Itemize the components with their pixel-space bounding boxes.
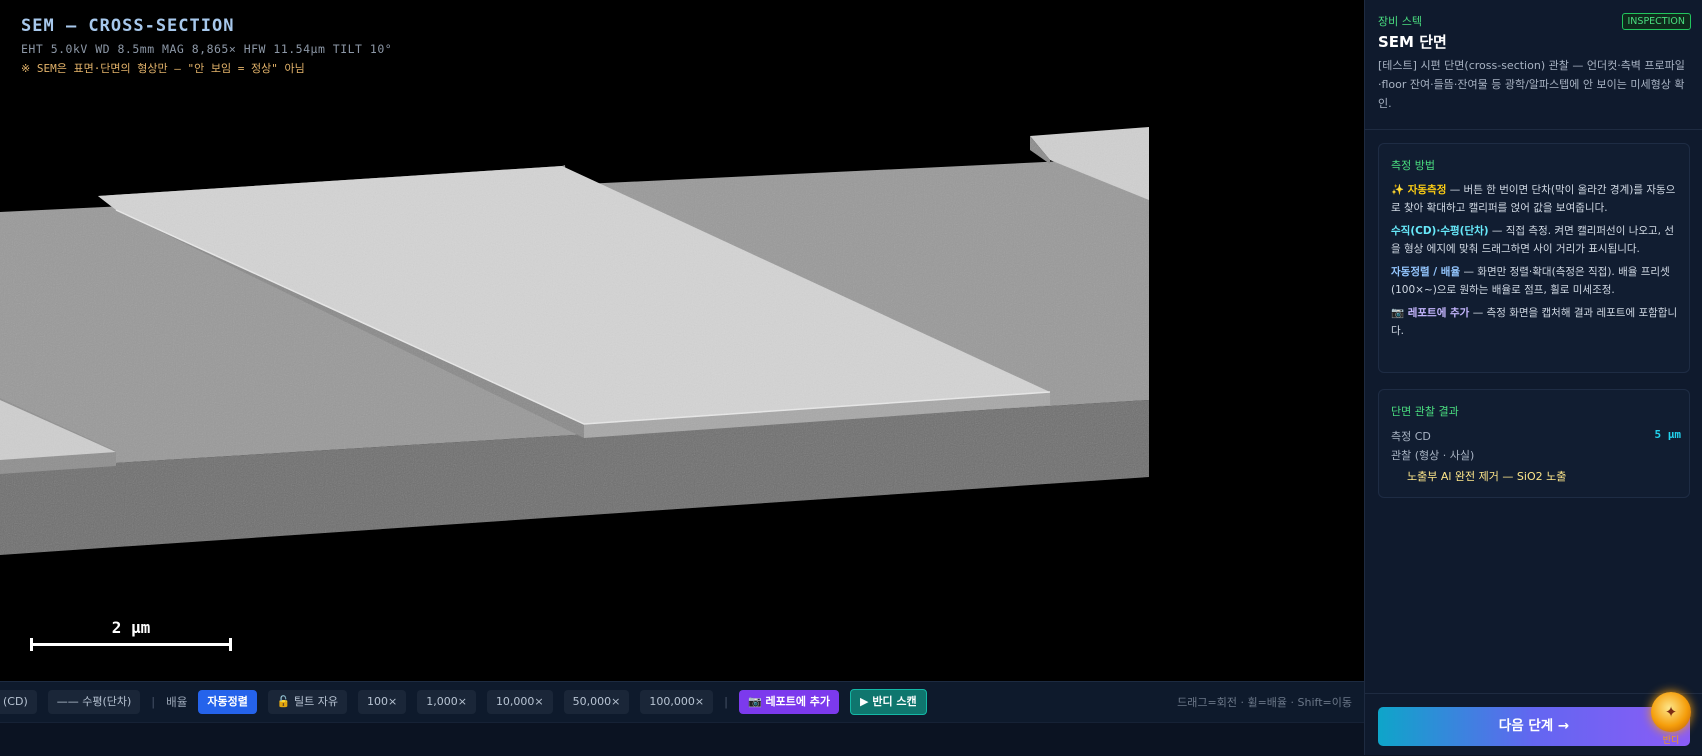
next-step-button[interactable]: 다음 단계 → bbox=[1378, 707, 1690, 746]
scale-bar: 2 µm bbox=[30, 618, 232, 651]
side-panel: 장비 스텍 INSPECTION SEM 단면 [테스트] 시편 단면(cros… bbox=[1364, 0, 1702, 755]
result-card-title: 단면 관찰 결과 bbox=[1391, 405, 1459, 418]
panel-header: 장비 스텍 INSPECTION SEM 단면 [테스트] 시편 단면(cros… bbox=[1365, 0, 1702, 130]
method-item: 📷 레포트에 추가 — 측정 화면을 캡처해 결과 레포트에 포함합니다. bbox=[1391, 304, 1681, 340]
mag-preset-100000[interactable]: 100,000× bbox=[640, 690, 714, 714]
method-item: 수직(CD)·수평(단차) — 직접 측정. 켜면 캘리퍼선이 나오고, 선을 … bbox=[1391, 222, 1681, 258]
toolbar-divider: | bbox=[724, 695, 728, 709]
viewer-title: SEM — CROSS-SECTION bbox=[21, 16, 235, 36]
method-keyword-report: 📷 레포트에 추가 bbox=[1391, 307, 1470, 319]
vertical-cd-button[interactable]: (CD) bbox=[0, 690, 37, 714]
horizontal-step-button[interactable]: —— 수평(단차) bbox=[47, 690, 141, 714]
observation-value: 노출부 Al 완전 제거 — SiO2 노출 bbox=[1407, 470, 1567, 483]
method-keyword-auto-measure: ✨ 자동측정 bbox=[1391, 184, 1447, 196]
mag-preset-1000[interactable]: 1,000× bbox=[417, 690, 476, 714]
panel-kicker: 장비 스텍 bbox=[1378, 15, 1422, 28]
bandi-assistant-icon[interactable]: ✦ bbox=[1651, 692, 1691, 732]
add-to-report-button[interactable]: 📷 레포트에 추가 bbox=[738, 690, 840, 714]
magnification-label: 배율 bbox=[166, 695, 188, 709]
sem-cross-section-image[interactable] bbox=[0, 0, 1364, 681]
mag-preset-50000[interactable]: 50,000× bbox=[563, 690, 630, 714]
viewer-toolbar: (CD) —— 수평(단차) | 배율 자동정렬 🔓 틸트 자유 100× 1,… bbox=[0, 681, 1364, 722]
method-keyword-cd-step: 수직(CD)·수평(단차) bbox=[1391, 225, 1489, 237]
observation-label: 관찰 (형상 · 사실) bbox=[1391, 449, 1475, 462]
viewer-note: ※ SEM은 표면·단면의 형상만 — "안 보임 = 정상" 아님 bbox=[21, 62, 305, 75]
cd-value: 5 µm bbox=[1654, 428, 1682, 441]
bandi-assistant-label: 반디 bbox=[1662, 736, 1680, 746]
controls-hint: 드래그=회전 · 휠=배율 · Shift=이동 bbox=[1177, 696, 1352, 709]
bandi-scan-button[interactable]: ▶ 반디 스캔 bbox=[850, 689, 927, 715]
auto-align-button[interactable]: 자동정렬 bbox=[198, 690, 257, 714]
toolbar-divider: | bbox=[151, 695, 156, 709]
method-list: ✨ 자동측정 — 버튼 한 번이면 단차(막이 올라간 경계)를 자동으로 찾아… bbox=[1391, 181, 1681, 345]
mag-preset-10000[interactable]: 10,000× bbox=[486, 690, 553, 714]
inspection-badge: INSPECTION bbox=[1621, 13, 1691, 30]
mag-preset-100[interactable]: 100× bbox=[358, 690, 407, 714]
cd-label: 측정 CD bbox=[1391, 430, 1431, 443]
bottom-strip bbox=[0, 722, 1364, 756]
method-item: 자동정렬 / 배율 — 화면만 정렬·확대(측정은 직접). 배율 프리셋(10… bbox=[1391, 263, 1681, 299]
method-keyword-align-mag: 자동정렬 / 배율 bbox=[1391, 266, 1461, 278]
scale-bar-label: 2 µm bbox=[111, 618, 151, 637]
method-card-title: 측정 방법 bbox=[1391, 159, 1435, 172]
panel-description: [테스트] 시편 단면(cross-section) 관찰 — 언더컷·측벽 프… bbox=[1378, 59, 1685, 110]
panel-footer: 다음 단계 → bbox=[1365, 693, 1702, 756]
method-item: ✨ 자동측정 — 버튼 한 번이면 단차(막이 올라간 경계)를 자동으로 찾아… bbox=[1391, 181, 1681, 217]
viewer-parameters: EHT 5.0kV WD 8.5mm MAG 8,865× HFW 11.54µ… bbox=[21, 42, 393, 56]
measurement-method-card: 측정 방법 ✨ 자동측정 — 버튼 한 번이면 단차(막이 올라간 경계)를 자… bbox=[1378, 143, 1690, 373]
cross-section-result-card: 단면 관찰 결과 측정 CD 5 µm 관찰 (형상 · 사실) 노출부 Al … bbox=[1378, 389, 1690, 498]
scale-bar-line bbox=[30, 638, 232, 651]
panel-title: SEM 단면 bbox=[1378, 33, 1447, 51]
sem-viewer[interactable]: SEM — CROSS-SECTION EHT 5.0kV WD 8.5mm M… bbox=[0, 0, 1364, 681]
cd-row: 측정 CD 5 µm bbox=[1391, 428, 1681, 444]
tilt-free-button[interactable]: 🔓 틸트 자유 bbox=[267, 690, 347, 714]
